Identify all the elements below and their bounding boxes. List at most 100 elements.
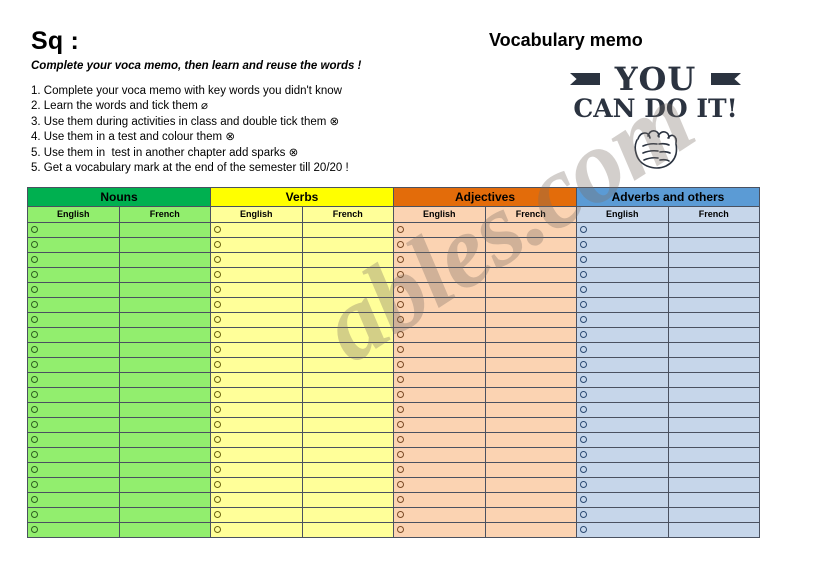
cell-nouns-english[interactable] bbox=[27, 387, 120, 403]
cell-nouns-french[interactable] bbox=[118, 507, 211, 523]
cell-verbs-english[interactable] bbox=[210, 297, 303, 313]
cell-adverbs-english[interactable] bbox=[576, 357, 669, 373]
cell-adjectives-english[interactable] bbox=[393, 222, 486, 238]
cell-adjectives-french[interactable] bbox=[484, 327, 577, 343]
cell-adjectives-french[interactable] bbox=[484, 297, 577, 313]
cell-nouns-french[interactable] bbox=[118, 222, 211, 238]
cell-verbs-french[interactable] bbox=[301, 372, 394, 388]
cell-verbs-french[interactable] bbox=[301, 252, 394, 268]
cell-adverbs-french[interactable] bbox=[667, 477, 760, 493]
cell-verbs-english[interactable] bbox=[210, 522, 303, 538]
cell-adverbs-english[interactable] bbox=[576, 477, 669, 493]
cell-verbs-english[interactable] bbox=[210, 327, 303, 343]
cell-adverbs-english[interactable] bbox=[576, 312, 669, 328]
cell-nouns-french[interactable] bbox=[118, 417, 211, 433]
cell-verbs-english[interactable] bbox=[210, 417, 303, 433]
cell-nouns-english[interactable] bbox=[27, 252, 120, 268]
cell-adverbs-french[interactable] bbox=[667, 507, 760, 523]
cell-adverbs-french[interactable] bbox=[667, 417, 760, 433]
cell-adjectives-english[interactable] bbox=[393, 387, 486, 403]
cell-nouns-english[interactable] bbox=[27, 282, 120, 298]
cell-nouns-french[interactable] bbox=[118, 357, 211, 373]
cell-verbs-french[interactable] bbox=[301, 357, 394, 373]
cell-nouns-french[interactable] bbox=[118, 252, 211, 268]
cell-adjectives-french[interactable] bbox=[484, 342, 577, 358]
cell-adjectives-english[interactable] bbox=[393, 282, 486, 298]
cell-adjectives-french[interactable] bbox=[484, 417, 577, 433]
cell-adjectives-french[interactable] bbox=[484, 252, 577, 268]
cell-nouns-english[interactable] bbox=[27, 462, 120, 478]
cell-adjectives-english[interactable] bbox=[393, 507, 486, 523]
cell-nouns-english[interactable] bbox=[27, 372, 120, 388]
cell-verbs-english[interactable] bbox=[210, 402, 303, 418]
cell-nouns-english[interactable] bbox=[27, 492, 120, 508]
cell-adverbs-french[interactable] bbox=[667, 357, 760, 373]
cell-verbs-french[interactable] bbox=[301, 477, 394, 493]
cell-nouns-english[interactable] bbox=[27, 432, 120, 448]
cell-adjectives-english[interactable] bbox=[393, 252, 486, 268]
cell-adjectives-english[interactable] bbox=[393, 312, 486, 328]
cell-verbs-english[interactable] bbox=[210, 357, 303, 373]
cell-adjectives-french[interactable] bbox=[484, 447, 577, 463]
cell-adjectives-french[interactable] bbox=[484, 222, 577, 238]
cell-nouns-english[interactable] bbox=[27, 222, 120, 238]
cell-adverbs-french[interactable] bbox=[667, 312, 760, 328]
cell-adverbs-english[interactable] bbox=[576, 237, 669, 253]
cell-adverbs-french[interactable] bbox=[667, 522, 760, 538]
cell-adjectives-english[interactable] bbox=[393, 477, 486, 493]
cell-adverbs-french[interactable] bbox=[667, 387, 760, 403]
cell-adverbs-english[interactable] bbox=[576, 327, 669, 343]
cell-adverbs-english[interactable] bbox=[576, 522, 669, 538]
cell-verbs-french[interactable] bbox=[301, 312, 394, 328]
cell-adverbs-french[interactable] bbox=[667, 432, 760, 448]
cell-nouns-french[interactable] bbox=[118, 492, 211, 508]
cell-adjectives-english[interactable] bbox=[393, 327, 486, 343]
cell-adverbs-english[interactable] bbox=[576, 267, 669, 283]
cell-adverbs-english[interactable] bbox=[576, 417, 669, 433]
cell-adverbs-english[interactable] bbox=[576, 387, 669, 403]
cell-nouns-english[interactable] bbox=[27, 357, 120, 373]
cell-adjectives-english[interactable] bbox=[393, 372, 486, 388]
cell-verbs-english[interactable] bbox=[210, 432, 303, 448]
cell-nouns-english[interactable] bbox=[27, 327, 120, 343]
cell-adverbs-french[interactable] bbox=[667, 492, 760, 508]
cell-adverbs-french[interactable] bbox=[667, 327, 760, 343]
cell-verbs-french[interactable] bbox=[301, 327, 394, 343]
cell-adjectives-english[interactable] bbox=[393, 492, 486, 508]
cell-verbs-english[interactable] bbox=[210, 492, 303, 508]
cell-verbs-french[interactable] bbox=[301, 522, 394, 538]
cell-nouns-english[interactable] bbox=[27, 402, 120, 418]
cell-nouns-french[interactable] bbox=[118, 267, 211, 283]
cell-adjectives-english[interactable] bbox=[393, 432, 486, 448]
cell-verbs-french[interactable] bbox=[301, 222, 394, 238]
cell-nouns-english[interactable] bbox=[27, 267, 120, 283]
cell-adjectives-french[interactable] bbox=[484, 357, 577, 373]
cell-adverbs-french[interactable] bbox=[667, 342, 760, 358]
cell-verbs-french[interactable] bbox=[301, 507, 394, 523]
cell-adjectives-english[interactable] bbox=[393, 357, 486, 373]
cell-verbs-french[interactable] bbox=[301, 387, 394, 403]
cell-adverbs-english[interactable] bbox=[576, 507, 669, 523]
cell-adjectives-english[interactable] bbox=[393, 462, 486, 478]
cell-verbs-english[interactable] bbox=[210, 387, 303, 403]
cell-adjectives-french[interactable] bbox=[484, 237, 577, 253]
cell-adverbs-french[interactable] bbox=[667, 462, 760, 478]
cell-verbs-french[interactable] bbox=[301, 417, 394, 433]
cell-adjectives-french[interactable] bbox=[484, 267, 577, 283]
cell-adjectives-french[interactable] bbox=[484, 372, 577, 388]
cell-adjectives-french[interactable] bbox=[484, 402, 577, 418]
cell-verbs-english[interactable] bbox=[210, 342, 303, 358]
cell-nouns-english[interactable] bbox=[27, 522, 120, 538]
cell-adjectives-english[interactable] bbox=[393, 417, 486, 433]
cell-verbs-french[interactable] bbox=[301, 282, 394, 298]
cell-adjectives-french[interactable] bbox=[484, 507, 577, 523]
cell-nouns-english[interactable] bbox=[27, 342, 120, 358]
cell-verbs-english[interactable] bbox=[210, 477, 303, 493]
cell-nouns-english[interactable] bbox=[27, 297, 120, 313]
cell-adverbs-english[interactable] bbox=[576, 492, 669, 508]
cell-nouns-french[interactable] bbox=[118, 312, 211, 328]
cell-nouns-french[interactable] bbox=[118, 522, 211, 538]
cell-adjectives-french[interactable] bbox=[484, 432, 577, 448]
cell-adverbs-french[interactable] bbox=[667, 267, 760, 283]
cell-nouns-english[interactable] bbox=[27, 477, 120, 493]
